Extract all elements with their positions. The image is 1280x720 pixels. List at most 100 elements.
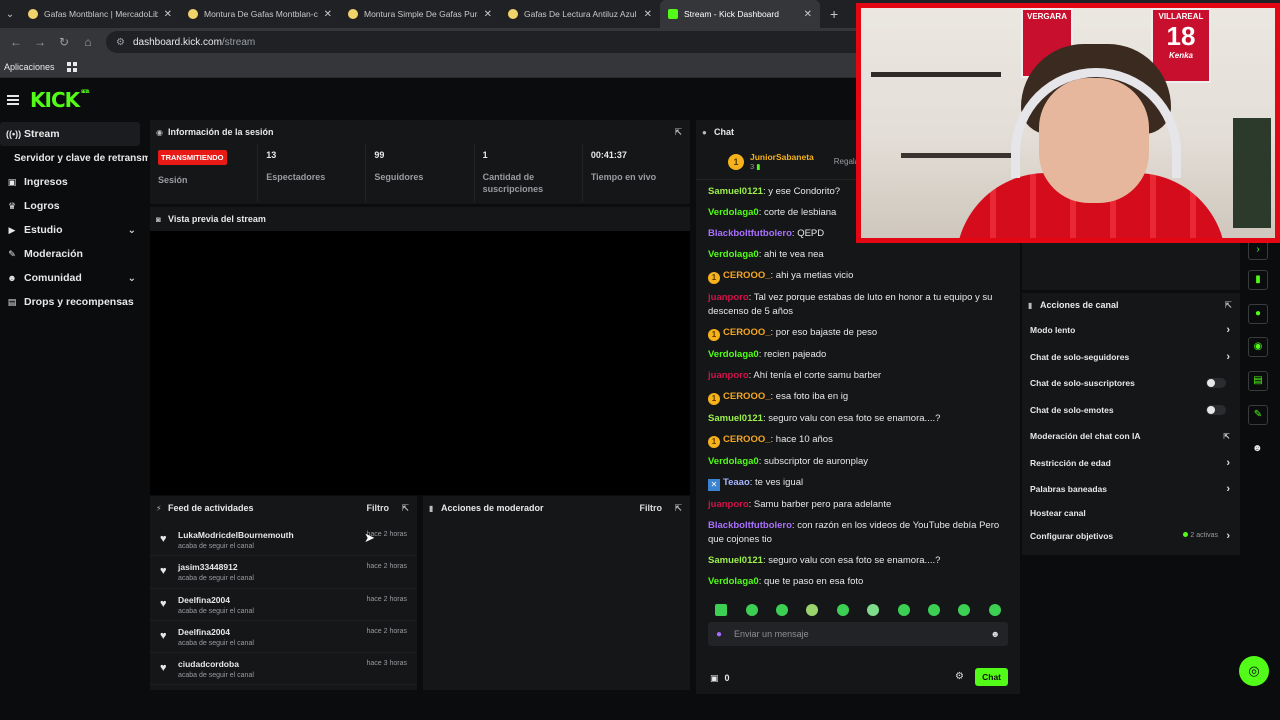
tab-close-icon[interactable]: ✕ xyxy=(484,9,492,20)
chat-user[interactable]: Samuel0121 xyxy=(708,413,763,424)
chat-settings-icon[interactable]: ⚙ xyxy=(955,671,964,682)
subscribers-only-toggle[interactable] xyxy=(1206,378,1226,389)
emote-icon[interactable] xyxy=(836,604,849,616)
emote-icon[interactable] xyxy=(958,604,971,616)
goals-row[interactable]: Configurar objetivos 2 activas › xyxy=(1022,523,1240,550)
rail-list-icon[interactable]: ▮ xyxy=(1248,270,1268,290)
chat-user[interactable]: Verdolaga0 xyxy=(708,349,759,360)
chat-user[interactable]: juanporo xyxy=(708,292,749,303)
home-icon[interactable]: ⌂ xyxy=(76,35,100,49)
chat-text: que te paso en esa foto xyxy=(763,576,864,587)
sidebar-item-comunidad[interactable]: ☻ Comunidad ⌄ xyxy=(0,266,148,290)
popout-icon[interactable]: ⇱ xyxy=(1224,300,1232,311)
rail-broadcast-icon[interactable]: › xyxy=(1248,240,1268,260)
tab-close-icon[interactable]: ✕ xyxy=(804,9,812,20)
row-label: Restricción de edad xyxy=(1030,457,1111,468)
filter-button[interactable]: Filtro xyxy=(367,503,390,513)
rail-calendar-icon[interactable]: ▤ xyxy=(1248,371,1268,391)
chat-user[interactable]: juanporo xyxy=(708,499,749,510)
chat-user[interactable]: Blackboltfutbolero xyxy=(708,228,792,239)
browser-tab-active[interactable]: Stream - Kick Dashboard ✕ xyxy=(660,0,820,28)
microphone-icon[interactable]: ● xyxy=(716,629,722,640)
slow-mode-row[interactable]: Modo lento › xyxy=(1022,317,1240,344)
sidebar-item-server-key[interactable]: Servidor y clave de retransmisión xyxy=(0,146,148,170)
popout-icon[interactable]: ⇱ xyxy=(674,127,682,138)
tab-search-icon[interactable]: ⌄ xyxy=(0,0,20,28)
apps-bookmark[interactable]: Aplicaciones xyxy=(4,62,55,72)
filter-button[interactable]: Filtro xyxy=(640,503,663,513)
chat-user[interactable]: CEROOO_ xyxy=(723,327,771,338)
sidebar-item-drops[interactable]: ▤ Drops y recompensas xyxy=(0,290,148,314)
stat-label: Seguidores xyxy=(374,172,424,182)
sidebar-item-moderacion[interactable]: ✎ Moderación xyxy=(0,242,148,266)
browser-tab[interactable]: Gafas Montblanc | MercadoLib ✕ xyxy=(20,0,180,28)
points-icon[interactable]: ▣ xyxy=(710,673,719,683)
emote-icon[interactable] xyxy=(897,604,910,616)
emote-icon[interactable] xyxy=(745,604,758,616)
emote-icon[interactable] xyxy=(715,604,728,616)
pinned-user[interactable]: JuniorSabaneta xyxy=(750,152,814,162)
emote-icon[interactable] xyxy=(867,604,880,616)
followers-only-row[interactable]: Chat de solo-seguidores › xyxy=(1022,344,1240,371)
chat-user[interactable]: Verdolaga0 xyxy=(708,456,759,467)
chat-input[interactable]: ● Enviar un mensaje ☻ xyxy=(708,622,1008,646)
sidebar-item-estudio[interactable]: ▶ Estudio ⌄ xyxy=(0,218,148,242)
browser-tab[interactable]: Gafas De Lectura Antiluz Azul C ✕ xyxy=(500,0,660,28)
banned-words-row[interactable]: Palabras baneadas › xyxy=(1022,476,1240,503)
sidebar-item-stream[interactable]: ((•)) Stream xyxy=(0,122,140,146)
popout-icon[interactable]: ⇱ xyxy=(674,503,682,514)
stream-preview-video[interactable] xyxy=(150,231,690,495)
sidebar-item-logros[interactable]: ♛ Logros xyxy=(0,194,148,218)
tab-close-icon[interactable]: ✕ xyxy=(324,9,332,20)
chat-input-placeholder: Enviar un mensaje xyxy=(734,629,809,639)
chat-user[interactable]: Verdolaga0 xyxy=(708,576,759,587)
chat-user[interactable]: Verdolaga0 xyxy=(708,207,759,218)
chat-user[interactable]: Samuel0121 xyxy=(708,555,763,566)
chat-user[interactable]: CEROOO_ xyxy=(723,391,771,402)
new-tab-plus-icon[interactable]: + xyxy=(830,6,838,22)
ai-moderation-row[interactable]: Moderación del chat con IA ⇱ xyxy=(1022,423,1240,450)
browser-tab[interactable]: Montura De Gafas Montblan-c ✕ xyxy=(180,0,340,28)
kick-logo[interactable]: KICK BETA xyxy=(30,90,89,111)
url-field[interactable]: ⚙ dashboard.kick.com/stream xyxy=(106,31,866,53)
chat-user[interactable]: Teaao xyxy=(723,477,750,488)
back-arrow-icon[interactable]: ← xyxy=(4,35,28,49)
chat-user[interactable]: CEROOO_ xyxy=(723,270,771,281)
forward-arrow-icon[interactable]: → xyxy=(28,35,52,49)
stat-value: 1 xyxy=(482,150,488,160)
rail-group-icon[interactable]: ☻ xyxy=(1252,443,1263,454)
emote-icon[interactable] xyxy=(806,604,819,616)
chat-user[interactable]: Samuel0121 xyxy=(708,186,763,197)
tab-close-icon[interactable]: ✕ xyxy=(644,9,652,20)
chat-user[interactable]: CEROOO_ xyxy=(723,434,771,445)
panel-title: Vista previa del stream xyxy=(168,214,266,224)
reload-icon[interactable]: ↻ xyxy=(52,35,76,49)
age-restriction-row[interactable]: Restricción de edad › xyxy=(1022,450,1240,477)
chevron-down-icon[interactable]: ⌄ xyxy=(128,225,136,236)
chat-user[interactable]: Verdolaga0 xyxy=(708,249,759,260)
emotes-only-toggle[interactable] xyxy=(1206,404,1226,415)
site-info-icon[interactable]: ⚙ xyxy=(116,37,125,48)
sidebar-item-label: Ingresos xyxy=(24,176,68,188)
emote-icon[interactable] xyxy=(988,604,1001,616)
tab-close-icon[interactable]: ✕ xyxy=(164,9,172,20)
chat-user[interactable]: Blackboltfutbolero xyxy=(708,520,792,531)
chat-user[interactable]: juanporo xyxy=(708,370,749,381)
chat-send-button[interactable]: Chat xyxy=(975,668,1008,686)
hamburger-menu-icon[interactable] xyxy=(7,95,19,105)
rail-radio-icon[interactable]: ◉ xyxy=(1248,337,1268,357)
rail-wrench-icon[interactable]: ✎ xyxy=(1248,405,1268,425)
apps-grid-icon[interactable] xyxy=(66,61,83,72)
browser-tab[interactable]: Montura Simple De Gafas Pura ✕ xyxy=(340,0,500,28)
chevron-down-icon[interactable]: ⌄ xyxy=(128,273,136,284)
help-chat-button[interactable]: ◎ xyxy=(1239,656,1269,686)
emoji-picker-icon[interactable]: ☻ xyxy=(991,629,1000,639)
emote-icon[interactable] xyxy=(927,604,940,616)
host-channel-row[interactable]: Hostear canal xyxy=(1022,503,1240,523)
popout-icon[interactable]: ⇱ xyxy=(401,503,409,514)
feed-action: acaba de seguir el canal xyxy=(178,672,254,680)
rail-chat-icon[interactable]: ● xyxy=(1248,304,1268,324)
emote-icon[interactable] xyxy=(775,604,788,616)
sidebar-item-ingresos[interactable]: ▣ Ingresos xyxy=(0,170,148,194)
stat-label: Tiempo en vivo xyxy=(590,172,657,182)
